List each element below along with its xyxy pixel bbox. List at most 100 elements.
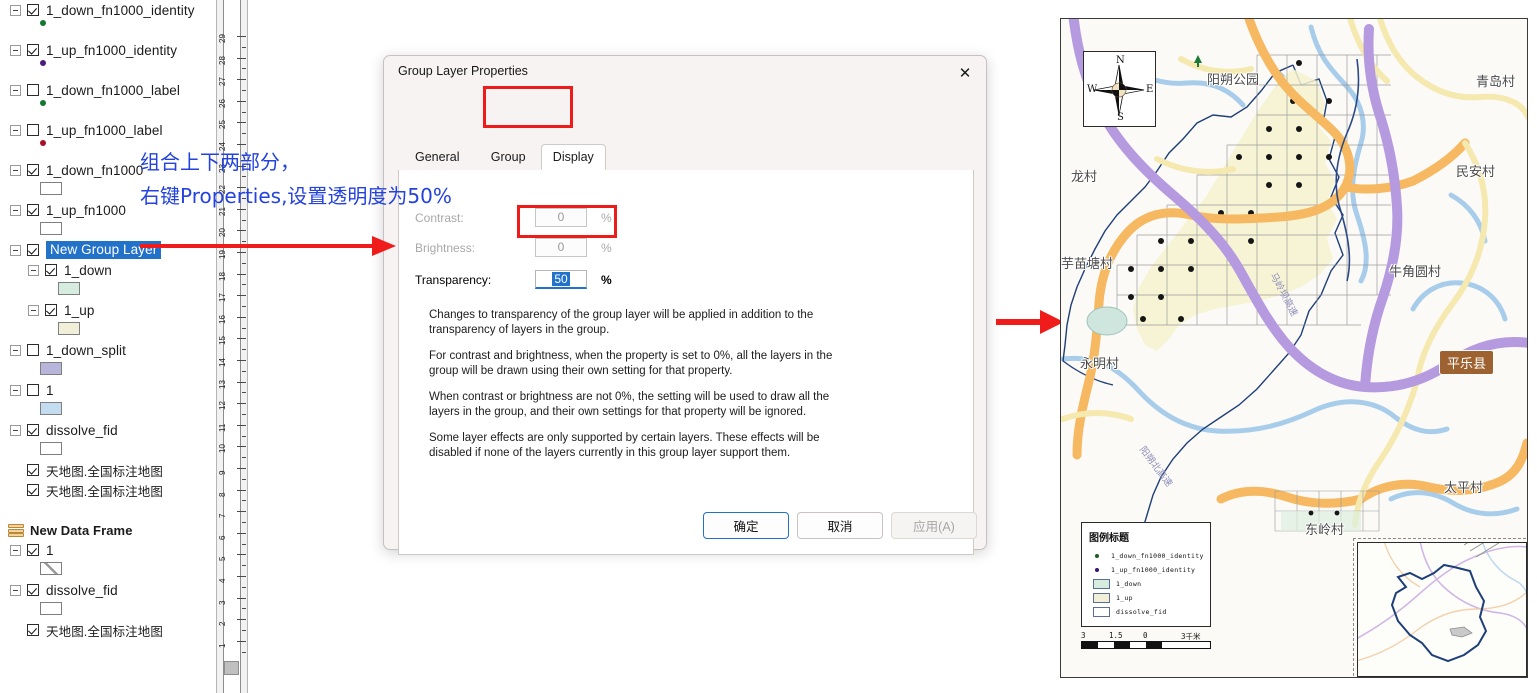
brightness-input[interactable]: 0 (535, 238, 587, 257)
compass-west: W (1087, 84, 1098, 95)
layer-name[interactable]: 1_down_split (46, 343, 126, 358)
layer-row[interactable]: 1_down (28, 260, 112, 280)
ruler-thumb[interactable] (224, 661, 239, 675)
expand-collapse-icon[interactable] (10, 584, 21, 596)
ruler-minor-tick (242, 327, 246, 329)
cancel-button[interactable]: 取消 (797, 512, 883, 539)
expand-collapse-icon[interactable] (28, 304, 39, 316)
layer-visibility-checkbox[interactable] (27, 84, 39, 96)
layer-visibility-checkbox[interactable] (27, 484, 39, 496)
layer-row[interactable]: dissolve_fid (10, 420, 118, 440)
expand-collapse-icon[interactable] (10, 124, 21, 136)
layer-name[interactable]: 1_down (64, 263, 112, 278)
map-place-label: 太平村 (1444, 481, 1484, 496)
layer-row[interactable]: 1_down_fn1000 (10, 160, 143, 180)
layer-visibility-checkbox[interactable] (27, 464, 39, 476)
layer-row[interactable]: New Group Layer (10, 240, 162, 260)
expand-collapse-icon[interactable] (28, 264, 39, 276)
table-of-contents[interactable]: 1_down_fn1000_identity 1_up_fn1000_identi… (0, 0, 216, 693)
map-layout-view[interactable]: N E S W 图例标题 1_down_fn1000_identity 1_up_… (1060, 18, 1528, 678)
layer-visibility-checkbox[interactable] (27, 384, 39, 396)
arrow-to-map (996, 310, 1064, 334)
layer-row[interactable]: 1 (10, 380, 54, 400)
data-frame-row[interactable]: New Data Frame (8, 520, 133, 540)
layer-name[interactable]: 天地图.全国标注地图 (46, 461, 163, 480)
layer-row[interactable]: 天地图.全国标注地图 (10, 480, 163, 500)
layer-visibility-checkbox[interactable] (27, 584, 39, 596)
layer-name[interactable]: 天地图.全国标注地图 (46, 481, 163, 500)
tab-display[interactable]: Display (540, 144, 606, 170)
expand-collapse-icon[interactable] (10, 84, 21, 96)
group-layer-properties-dialog[interactable]: Group Layer Properties ✕ General Group Dis… (383, 55, 987, 555)
layer-visibility-checkbox[interactable] (45, 264, 57, 276)
layer-name[interactable]: dissolve_fid (46, 583, 118, 598)
layer-visibility-checkbox[interactable] (27, 204, 39, 216)
layer-row[interactable]: 1_up (28, 300, 94, 320)
expand-collapse-icon[interactable] (10, 544, 21, 556)
ruler-minor-tick (242, 370, 246, 372)
layer-name[interactable]: 天地图.全国标注地图 (46, 621, 163, 640)
layer-name[interactable]: 1_up_fn1000 (46, 203, 126, 218)
close-icon[interactable]: ✕ (952, 62, 978, 84)
ruler-tick-label: 6 (218, 535, 227, 540)
data-frame-name[interactable]: New Data Frame (30, 523, 133, 538)
layer-visibility-checkbox[interactable] (27, 4, 39, 16)
layer-row[interactable]: 1 (10, 540, 54, 560)
expand-collapse-icon[interactable] (10, 384, 21, 396)
layer-visibility-checkbox[interactable] (27, 624, 39, 636)
ruler-tick (237, 489, 246, 491)
layer-row[interactable]: 天地图.全国标注地图 (10, 460, 163, 480)
layer-name[interactable]: 1_up_fn1000_label (46, 123, 163, 138)
layer-name[interactable]: 1_up (64, 303, 94, 318)
expand-collapse-icon[interactable] (10, 164, 21, 176)
transparency-input[interactable]: 50 (535, 270, 587, 289)
expand-collapse-icon[interactable] (10, 424, 21, 436)
expand-collapse-icon[interactable] (10, 244, 21, 256)
layer-row[interactable]: 1_down_fn1000_identity (10, 0, 195, 20)
layer-visibility-checkbox[interactable] (27, 344, 39, 356)
layer-name[interactable]: 1 (46, 543, 54, 558)
layer-visibility-checkbox[interactable] (27, 544, 39, 556)
scale-bar-label: 3 (1081, 631, 1086, 640)
legend-row: dissolve_fid (1089, 605, 1203, 619)
layer-row[interactable]: 1_up_fn1000_identity (10, 40, 177, 60)
layer-visibility-checkbox[interactable] (27, 244, 39, 256)
tab-group[interactable]: Group (480, 144, 537, 170)
layer-row[interactable]: 天地图.全国标注地图 (10, 620, 163, 640)
layer-symbol (40, 442, 62, 455)
layer-name[interactable]: 1_down_fn1000 (46, 163, 143, 178)
scale-bar-label: 1.5 (1109, 631, 1123, 640)
layer-visibility-checkbox[interactable] (45, 304, 57, 316)
layer-row[interactable]: 1_down_split (10, 340, 126, 360)
dialog-tabs[interactable]: General Group Display (398, 144, 974, 171)
ruler-tick-label: 7 (218, 513, 227, 519)
layer-name[interactable]: 1_up_fn1000_identity (46, 43, 177, 58)
scale-bar-labels: 3 1.5 0 3千米 (1081, 631, 1211, 641)
toc-scroll-column[interactable] (248, 0, 250, 693)
vertical-ruler[interactable]: 29 28 27 26 25 24 23 22 21 20 19 18 17 16 15 14 13 12 11 10… (216, 0, 248, 693)
layer-visibility-checkbox[interactable] (27, 44, 39, 56)
layer-name[interactable]: 1_down_fn1000_label (46, 83, 180, 98)
layer-row[interactable]: dissolve_fid (10, 580, 118, 600)
layer-name[interactable]: dissolve_fid (46, 423, 118, 438)
layer-row[interactable]: 1_up_fn1000 (10, 200, 126, 220)
layer-visibility-checkbox[interactable] (27, 164, 39, 176)
expand-collapse-icon[interactable] (10, 204, 21, 216)
layer-visibility-checkbox[interactable] (27, 124, 39, 136)
layer-visibility-checkbox[interactable] (27, 424, 39, 436)
transparency-label: Transparency: (415, 272, 492, 287)
symbol-swatch (40, 100, 46, 106)
expand-collapse-icon[interactable] (10, 44, 21, 56)
ok-button[interactable]: 确定 (703, 512, 789, 539)
expand-collapse-icon[interactable] (10, 344, 21, 356)
ruler-tick-label: 5 (218, 556, 227, 562)
layer-row[interactable]: 1_up_fn1000_label (10, 120, 163, 140)
ruler-tick-label: 27 (218, 77, 227, 87)
layer-name[interactable]: 1 (46, 383, 54, 398)
layer-name[interactable]: 1_down_fn1000_identity (46, 3, 195, 18)
ruler-tick (237, 122, 246, 124)
expand-collapse-icon[interactable] (10, 4, 21, 16)
layer-row[interactable]: 1_down_fn1000_label (10, 80, 180, 100)
tab-general[interactable]: General (404, 144, 470, 170)
compass-north: N (1116, 55, 1125, 66)
